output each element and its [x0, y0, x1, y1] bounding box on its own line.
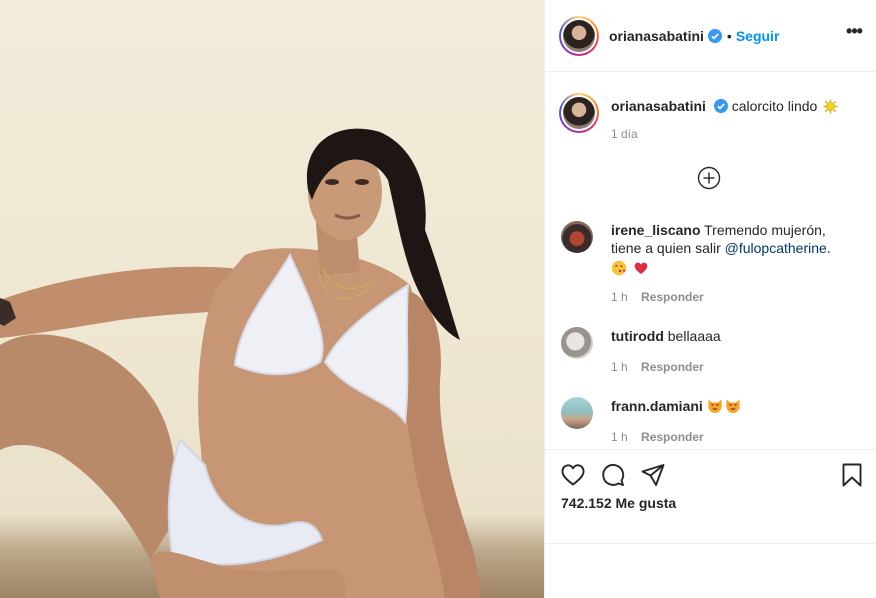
caption-avatar[interactable] [559, 93, 599, 133]
comment-time[interactable]: 1 h [611, 290, 628, 304]
add-circle-icon[interactable] [697, 166, 721, 190]
author-username[interactable]: orianasabatini [609, 28, 704, 44]
comment-mention[interactable]: @fulopcatherine [725, 240, 827, 256]
comment-time[interactable]: 1 h [611, 360, 628, 374]
comment-meta: 1 h Responder [611, 290, 704, 304]
more-options-icon[interactable]: ••• [845, 22, 863, 44]
comment-icon[interactable] [600, 462, 626, 488]
reply-button[interactable]: Responder [641, 290, 704, 304]
blowing-kiss-emoji [611, 260, 627, 276]
heart-eyes-cat-emoji [707, 399, 722, 413]
commenter-avatar[interactable] [561, 327, 593, 359]
heart-eyes-cat-emoji [725, 399, 740, 413]
header-separator: • [726, 27, 732, 44]
verified-badge-icon [707, 28, 722, 43]
post-header: orianasabatini • Seguir ••• [545, 0, 876, 72]
follow-button[interactable]: Seguir [736, 28, 780, 44]
comment-text-end: . [826, 240, 831, 256]
sun-emoji [823, 99, 838, 114]
comment-time[interactable]: 1 h [611, 430, 628, 444]
author-avatar[interactable] [559, 15, 599, 56]
comment-username[interactable]: tutirodd [611, 328, 664, 344]
red-heart-emoji [634, 262, 648, 274]
bookmark-icon[interactable] [839, 462, 865, 488]
commenter-avatar[interactable] [561, 221, 593, 253]
post-photo[interactable] [0, 0, 544, 598]
caption-text: calorcito lindo [731, 98, 818, 114]
post-photo-illustration [0, 128, 480, 598]
caption-username[interactable]: orianasabatini [611, 98, 706, 114]
commenter-avatar[interactable] [561, 397, 593, 429]
post-actions: 742.152 Me gusta [545, 449, 876, 544]
comment-username[interactable]: frann.damiani [611, 398, 703, 414]
heart-icon[interactable] [560, 462, 586, 488]
likes-label: Me gusta [615, 495, 677, 511]
caption-time[interactable]: 1 día [611, 125, 863, 143]
likes-summary[interactable]: 742.152 Me gusta [561, 495, 676, 511]
comment-text: bellaaaa [667, 328, 721, 344]
comment-username[interactable]: irene_liscano [611, 222, 701, 238]
reply-button[interactable]: Responder [641, 360, 704, 374]
post-side-panel: orianasabatini • Seguir ••• orianasabati… [544, 0, 876, 598]
comments-list[interactable]: orianasabatini calorcito lindo 1 día ire… [545, 73, 876, 449]
verified-badge-icon [713, 99, 728, 113]
reply-button[interactable]: Responder [641, 430, 704, 444]
likes-count: 742.152 [561, 495, 612, 511]
comment-meta: 1 h Responder [611, 360, 704, 374]
share-icon[interactable] [640, 462, 666, 488]
comment-meta: 1 h Responder [611, 430, 704, 444]
